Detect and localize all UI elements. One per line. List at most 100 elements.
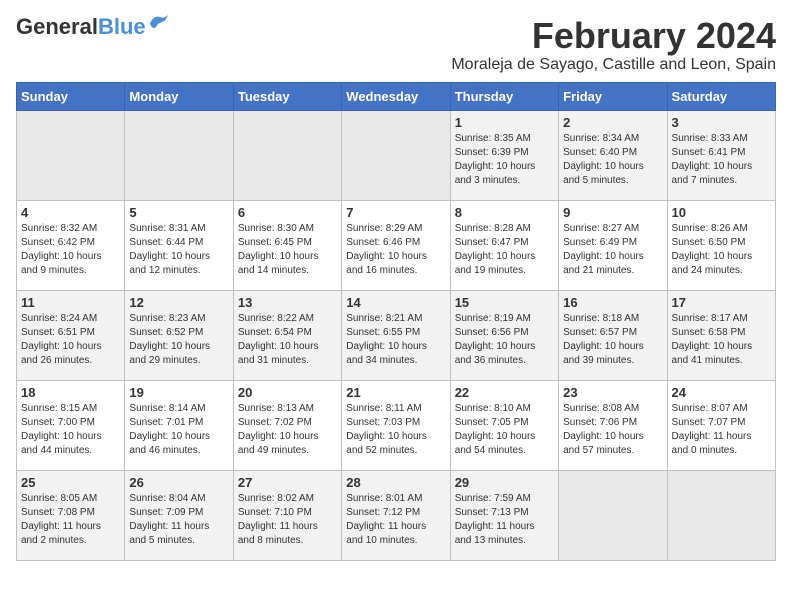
calendar-header-row: Sunday Monday Tuesday Wednesday Thursday…	[17, 82, 776, 110]
day-number: 16	[563, 295, 662, 310]
day-number: 18	[21, 385, 120, 400]
table-row: 17 Sunrise: 8:17 AM Sunset: 6:58 PM Dayli…	[667, 290, 775, 380]
table-row	[17, 110, 125, 200]
cell-info: Sunrise: 8:04 AM Sunset: 7:09 PM Dayligh…	[129, 492, 228, 548]
cell-info: Sunrise: 8:10 AM Sunset: 7:05 PM Dayligh…	[455, 402, 554, 458]
cell-info: Sunrise: 8:24 AM Sunset: 6:51 PM Dayligh…	[21, 312, 120, 368]
table-row: 28Sunrise: 8:01 AM Sunset: 7:12 PM Dayli…	[342, 470, 450, 560]
calendar-week-row: 25Sunrise: 8:05 AM Sunset: 7:08 PM Dayli…	[17, 470, 776, 560]
month-year-title: February 2024	[451, 16, 776, 56]
cell-info: Sunrise: 8:08 AM Sunset: 7:06 PM Dayligh…	[563, 402, 662, 458]
logo-text: GeneralBlue	[16, 16, 146, 38]
logo-bird-icon	[148, 13, 170, 31]
header-monday: Monday	[125, 82, 233, 110]
cell-info: Sunrise: 8:26 AM Sunset: 6:50 PM Dayligh…	[672, 222, 771, 278]
table-row: 14Sunrise: 8:21 AM Sunset: 6:55 PM Dayli…	[342, 290, 450, 380]
day-number: 5	[129, 205, 228, 220]
cell-info: Sunrise: 7:59 AM Sunset: 7:13 PM Dayligh…	[455, 492, 554, 548]
table-row: 5 Sunrise: 8:31 AM Sunset: 6:44 PM Daylig…	[125, 200, 233, 290]
cell-info: Sunrise: 8:17 AM Sunset: 6:58 PM Dayligh…	[672, 312, 771, 368]
day-number: 19	[129, 385, 228, 400]
header-thursday: Thursday	[450, 82, 558, 110]
day-number: 20	[238, 385, 337, 400]
table-row: 1 Sunrise: 8:35 AM Sunset: 6:39 PM Daylig…	[450, 110, 558, 200]
cell-info: Sunrise: 8:30 AM Sunset: 6:45 PM Dayligh…	[238, 222, 337, 278]
table-row: 15Sunrise: 8:19 AM Sunset: 6:56 PM Dayli…	[450, 290, 558, 380]
table-row: 27 Sunrise: 8:02 AM Sunset: 7:10 PM Dayli…	[233, 470, 341, 560]
table-row: 3 Sunrise: 8:33 AM Sunset: 6:41 PM Daylig…	[667, 110, 775, 200]
table-row: 11 Sunrise: 8:24 AM Sunset: 6:51 PM Dayli…	[17, 290, 125, 380]
table-row: 18 Sunrise: 8:15 AM Sunset: 7:00 PM Dayli…	[17, 380, 125, 470]
header-friday: Friday	[559, 82, 667, 110]
day-number: 14	[346, 295, 445, 310]
location-title: Moraleja de Sayago, Castille and Leon, S…	[451, 56, 776, 74]
table-row: 24Sunrise: 8:07 AM Sunset: 7:07 PM Dayli…	[667, 380, 775, 470]
table-row: 23 Sunrise: 8:08 AM Sunset: 7:06 PM Dayli…	[559, 380, 667, 470]
cell-info: Sunrise: 8:02 AM Sunset: 7:10 PM Dayligh…	[238, 492, 337, 548]
calendar-table: Sunday Monday Tuesday Wednesday Thursday…	[16, 82, 776, 561]
calendar-week-row: 4Sunrise: 8:32 AM Sunset: 6:42 PM Daylig…	[17, 200, 776, 290]
calendar-week-row: 11 Sunrise: 8:24 AM Sunset: 6:51 PM Dayli…	[17, 290, 776, 380]
day-number: 2	[563, 115, 662, 130]
title-block: February 2024 Moraleja de Sayago, Castil…	[451, 16, 776, 74]
day-number: 10	[672, 205, 771, 220]
day-number: 11	[21, 295, 120, 310]
day-number: 26	[129, 475, 228, 490]
cell-info: Sunrise: 8:19 AM Sunset: 6:56 PM Dayligh…	[455, 312, 554, 368]
table-row: 2 Sunrise: 8:34 AM Sunset: 6:40 PM Daylig…	[559, 110, 667, 200]
calendar-week-row: 1 Sunrise: 8:35 AM Sunset: 6:39 PM Daylig…	[17, 110, 776, 200]
day-number: 23	[563, 385, 662, 400]
table-row: 26 Sunrise: 8:04 AM Sunset: 7:09 PM Dayli…	[125, 470, 233, 560]
table-row	[559, 470, 667, 560]
day-number: 7	[346, 205, 445, 220]
cell-info: Sunrise: 8:15 AM Sunset: 7:00 PM Dayligh…	[21, 402, 120, 458]
day-number: 12	[129, 295, 228, 310]
cell-info: Sunrise: 8:29 AM Sunset: 6:46 PM Dayligh…	[346, 222, 445, 278]
cell-info: Sunrise: 8:34 AM Sunset: 6:40 PM Dayligh…	[563, 132, 662, 188]
cell-info: Sunrise: 8:18 AM Sunset: 6:57 PM Dayligh…	[563, 312, 662, 368]
table-row: 7 Sunrise: 8:29 AM Sunset: 6:46 PM Daylig…	[342, 200, 450, 290]
header-sunday: Sunday	[17, 82, 125, 110]
logo-general: General	[16, 14, 98, 39]
day-number: 22	[455, 385, 554, 400]
cell-info: Sunrise: 8:23 AM Sunset: 6:52 PM Dayligh…	[129, 312, 228, 368]
day-number: 21	[346, 385, 445, 400]
table-row: 25Sunrise: 8:05 AM Sunset: 7:08 PM Dayli…	[17, 470, 125, 560]
day-number: 1	[455, 115, 554, 130]
cell-info: Sunrise: 8:27 AM Sunset: 6:49 PM Dayligh…	[563, 222, 662, 278]
cell-info: Sunrise: 8:28 AM Sunset: 6:47 PM Dayligh…	[455, 222, 554, 278]
cell-info: Sunrise: 8:35 AM Sunset: 6:39 PM Dayligh…	[455, 132, 554, 188]
table-row: 8 Sunrise: 8:28 AM Sunset: 6:47 PM Daylig…	[450, 200, 558, 290]
header-saturday: Saturday	[667, 82, 775, 110]
logo: GeneralBlue	[16, 16, 170, 38]
day-number: 27	[238, 475, 337, 490]
day-number: 3	[672, 115, 771, 130]
day-number: 17	[672, 295, 771, 310]
table-row: 22 Sunrise: 8:10 AM Sunset: 7:05 PM Dayli…	[450, 380, 558, 470]
table-row: 20Sunrise: 8:13 AM Sunset: 7:02 PM Dayli…	[233, 380, 341, 470]
header-wednesday: Wednesday	[342, 82, 450, 110]
day-number: 29	[455, 475, 554, 490]
cell-info: Sunrise: 8:05 AM Sunset: 7:08 PM Dayligh…	[21, 492, 120, 548]
calendar-week-row: 18 Sunrise: 8:15 AM Sunset: 7:00 PM Dayli…	[17, 380, 776, 470]
page-header: GeneralBlue February 2024 Moraleja de Sa…	[16, 16, 776, 74]
table-row: 21 Sunrise: 8:11 AM Sunset: 7:03 PM Dayli…	[342, 380, 450, 470]
cell-info: Sunrise: 8:11 AM Sunset: 7:03 PM Dayligh…	[346, 402, 445, 458]
table-row: 12 Sunrise: 8:23 AM Sunset: 6:52 PM Dayli…	[125, 290, 233, 380]
cell-info: Sunrise: 8:01 AM Sunset: 7:12 PM Dayligh…	[346, 492, 445, 548]
day-number: 13	[238, 295, 337, 310]
cell-info: Sunrise: 8:31 AM Sunset: 6:44 PM Dayligh…	[129, 222, 228, 278]
cell-info: Sunrise: 8:22 AM Sunset: 6:54 PM Dayligh…	[238, 312, 337, 368]
day-number: 8	[455, 205, 554, 220]
table-row	[233, 110, 341, 200]
header-tuesday: Tuesday	[233, 82, 341, 110]
cell-info: Sunrise: 8:33 AM Sunset: 6:41 PM Dayligh…	[672, 132, 771, 188]
table-row: 4Sunrise: 8:32 AM Sunset: 6:42 PM Daylig…	[17, 200, 125, 290]
table-row: 16 Sunrise: 8:18 AM Sunset: 6:57 PM Dayli…	[559, 290, 667, 380]
cell-info: Sunrise: 8:32 AM Sunset: 6:42 PM Dayligh…	[21, 222, 120, 278]
cell-info: Sunrise: 8:14 AM Sunset: 7:01 PM Dayligh…	[129, 402, 228, 458]
table-row: 13 Sunrise: 8:22 AM Sunset: 6:54 PM Dayli…	[233, 290, 341, 380]
day-number: 6	[238, 205, 337, 220]
table-row	[667, 470, 775, 560]
table-row: 19 Sunrise: 8:14 AM Sunset: 7:01 PM Dayli…	[125, 380, 233, 470]
